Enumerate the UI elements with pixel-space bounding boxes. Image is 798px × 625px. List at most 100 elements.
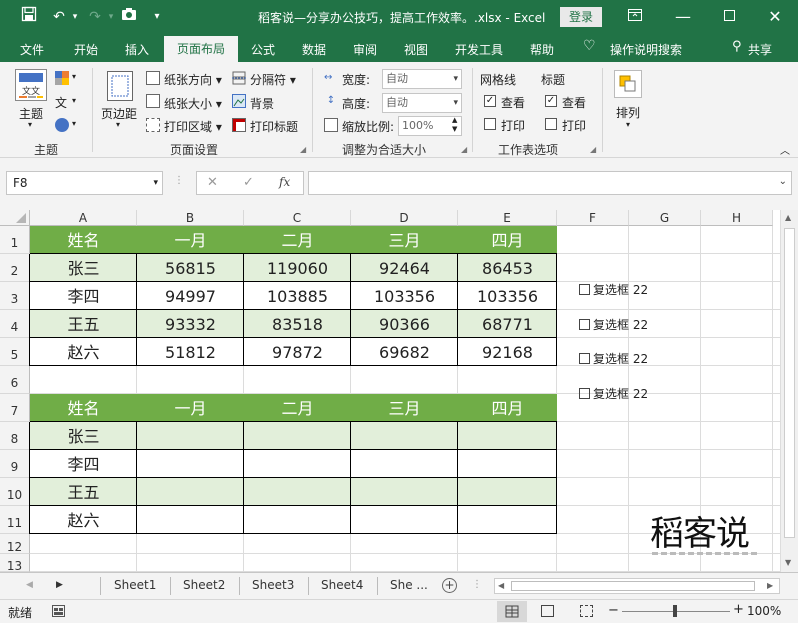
row-header-1[interactable]: 1 — [0, 226, 30, 254]
row-header-12[interactable]: 12 — [0, 534, 30, 554]
row-header-3[interactable]: 3 — [0, 282, 30, 310]
arrange-button[interactable]: 排列 — [616, 104, 640, 121]
row-header-4[interactable]: 4 — [0, 310, 30, 338]
breaks-button[interactable]: 分隔符 ▾ — [250, 71, 296, 88]
tab-developer[interactable]: 开发工具 — [455, 41, 503, 58]
add-sheet-icon[interactable]: + — [442, 578, 457, 593]
table1-cell[interactable]: 103356 — [458, 282, 557, 310]
margins-icon[interactable] — [107, 71, 133, 101]
sheet-tab-more[interactable]: She ... — [390, 578, 428, 592]
print-titles-icon[interactable] — [232, 118, 246, 132]
column-header-g[interactable]: G — [629, 210, 701, 226]
tab-home[interactable]: 开始 — [74, 41, 98, 58]
table2-empty-cell[interactable] — [244, 506, 351, 534]
scroll-down-icon[interactable]: ▼ — [785, 558, 791, 567]
table2-name-cell[interactable]: 李四 — [30, 450, 137, 478]
print-area-icon[interactable] — [146, 118, 160, 132]
table1-header-cell[interactable]: 二月 — [244, 226, 351, 254]
undo-dropdown-icon[interactable]: ▾ — [64, 6, 86, 28]
table1-cell[interactable]: 68771 — [458, 310, 557, 338]
row-header-13[interactable]: 13 — [0, 554, 30, 572]
arrange-icon[interactable] — [614, 70, 642, 98]
headings-view-checkbox[interactable]: ✓ — [545, 95, 557, 107]
table2-header-cell[interactable]: 三月 — [351, 394, 458, 422]
vertical-scrollbar[interactable]: ▲ ▼ — [780, 210, 798, 572]
table1-cell[interactable]: 119060 — [244, 254, 351, 282]
zoom-in-icon[interactable]: + — [733, 602, 744, 617]
share-button[interactable]: 共享 — [748, 41, 772, 58]
table2-empty-cell[interactable] — [351, 478, 458, 506]
normal-view-button[interactable] — [497, 601, 527, 622]
tab-file[interactable]: 文件 — [20, 41, 44, 58]
column-header-c[interactable]: C — [244, 210, 351, 226]
table1-cell[interactable]: 97872 — [244, 338, 351, 366]
sheet-tab-sheet1[interactable]: Sheet1 — [114, 578, 156, 592]
page-break-view-icon[interactable] — [580, 605, 593, 617]
table1-header-cell[interactable]: 三月 — [351, 226, 458, 254]
page-layout-view-icon[interactable] — [541, 605, 554, 617]
table2-empty-cell[interactable] — [137, 422, 244, 450]
maximize-icon[interactable] — [718, 6, 740, 28]
table1-header-cell[interactable]: 四月 — [458, 226, 557, 254]
table2-empty-cell[interactable] — [244, 450, 351, 478]
table1-cell[interactable]: 83518 — [244, 310, 351, 338]
checkbox-control-4[interactable]: 复选框 22 — [579, 385, 648, 402]
sheet-tab-sheet2[interactable]: Sheet2 — [183, 578, 225, 592]
table2-empty-cell[interactable] — [244, 478, 351, 506]
table1-cell[interactable]: 103356 — [351, 282, 458, 310]
tab-data[interactable]: 数据 — [302, 41, 326, 58]
effects-dropdown-icon[interactable]: ▾ — [72, 119, 76, 128]
gridlines-view-checkbox[interactable]: ✓ — [484, 95, 496, 107]
colors-dropdown-icon[interactable]: ▾ — [72, 72, 76, 81]
table1-cell[interactable]: 92168 — [458, 338, 557, 366]
orientation-button[interactable]: 纸张方向 ▾ — [164, 71, 222, 88]
zoom-slider-thumb[interactable] — [673, 605, 677, 617]
scale-spinner-icon[interactable]: ▲ ▼ — [452, 116, 457, 134]
table2-empty-cell[interactable] — [458, 422, 557, 450]
table1-cell[interactable]: 94997 — [137, 282, 244, 310]
table2-empty-cell[interactable] — [244, 422, 351, 450]
row-header-11[interactable]: 11 — [0, 506, 30, 534]
theme-icon[interactable]: 文文 — [15, 69, 47, 101]
zoom-level[interactable]: 100% — [747, 604, 781, 618]
gridlines-print-checkbox[interactable] — [484, 118, 496, 130]
background-icon[interactable] — [232, 94, 246, 108]
width-select[interactable]: 自动 — [382, 69, 462, 89]
name-box[interactable]: F8 ▾ — [6, 171, 163, 195]
tab-help[interactable]: 帮助 — [530, 41, 554, 58]
height-select[interactable]: 自动 — [382, 93, 462, 113]
login-button[interactable]: 登录 — [560, 7, 602, 27]
prev-sheet-icon[interactable]: ◀ — [26, 580, 33, 590]
horizontal-scroll-thumb[interactable] — [511, 581, 755, 591]
table2-name-cell[interactable]: 赵六 — [30, 506, 137, 534]
table2-header-cell[interactable]: 姓名 — [30, 394, 137, 422]
worksheet-grid[interactable]: ABCDEFGH 1 2 3 4 5 6 7 8 9 10 11 12 13 姓名 一月 二月 三月 四月 张三 5… — [0, 210, 798, 572]
row-header-2[interactable]: 2 — [0, 254, 30, 282]
table2-empty-cell[interactable] — [137, 478, 244, 506]
theme-dropdown-icon[interactable]: ▾ — [28, 120, 32, 129]
table2-header-cell[interactable]: 四月 — [458, 394, 557, 422]
orientation-icon[interactable] — [146, 71, 160, 85]
column-header-b[interactable]: B — [137, 210, 244, 226]
cancel-icon[interactable]: ✕ — [207, 175, 218, 190]
page-setup-launcher-icon[interactable]: ◢ — [300, 145, 306, 154]
table2-header-cell[interactable]: 一月 — [137, 394, 244, 422]
table2-empty-cell[interactable] — [458, 506, 557, 534]
sheet-tab-sheet3[interactable]: Sheet3 — [252, 578, 294, 592]
table2-empty-cell[interactable] — [137, 506, 244, 534]
collapse-ribbon-icon[interactable]: ︿ — [780, 142, 790, 157]
row-header-8[interactable]: 8 — [0, 422, 30, 450]
customize-toolbar-icon[interactable]: ▾ — [146, 6, 168, 28]
table2-empty-cell[interactable] — [351, 506, 458, 534]
size-button[interactable]: 纸张大小 ▾ — [164, 95, 222, 112]
column-header-h[interactable]: H — [701, 210, 773, 226]
scroll-up-icon[interactable]: ▲ — [785, 213, 791, 222]
table1-header-cell[interactable]: 姓名 — [30, 226, 137, 254]
size-icon[interactable] — [146, 94, 160, 108]
close-icon[interactable]: ✕ — [764, 6, 786, 28]
table2-empty-cell[interactable] — [137, 450, 244, 478]
effects-icon[interactable] — [55, 118, 69, 132]
tell-me-search[interactable]: 操作说明搜索 — [610, 41, 682, 58]
select-all-corner[interactable] — [0, 210, 30, 226]
table1-cell[interactable]: 69682 — [351, 338, 458, 366]
